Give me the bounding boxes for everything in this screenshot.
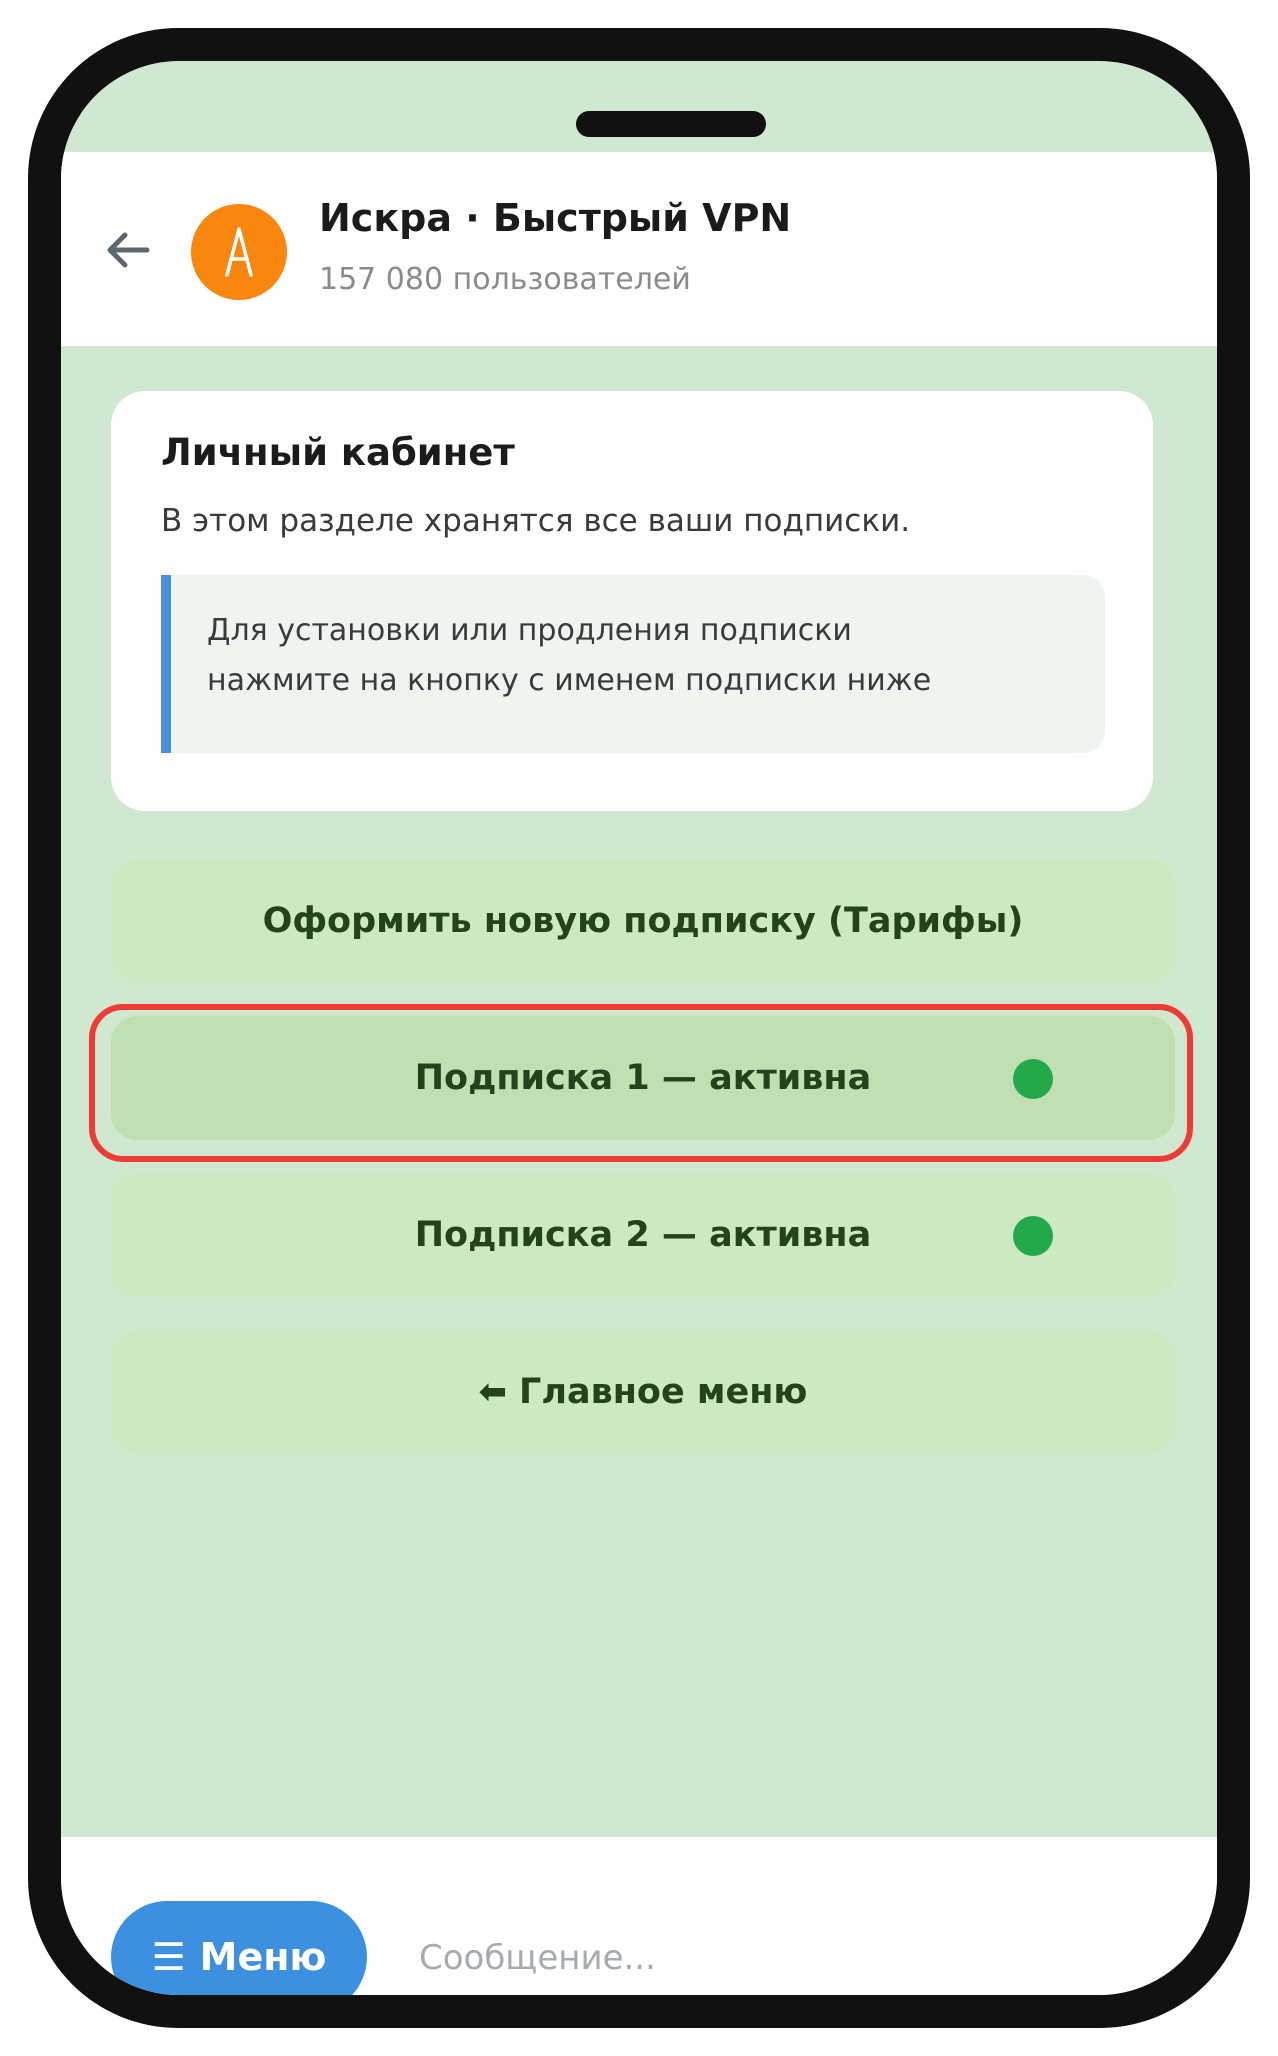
subscription-2-button[interactable]: Подписка 2 — активна [111,1173,1175,1297]
channel-avatar[interactable] [191,204,287,300]
menu-button[interactable]: ☰ Меню [111,1901,367,1995]
avatar-letter-icon [225,227,253,277]
quote-line: Для установки или продления подписки [207,613,852,648]
subscription-1-button[interactable]: Подписка 1 — активна [111,1016,1175,1140]
hamburger-icon: ☰ [151,1935,186,1979]
button-label: Оформить новую подписку (Тарифы) [262,901,1024,941]
button-label: Главное меню [519,1372,808,1412]
phone-notch [576,111,766,137]
main-menu-button[interactable]: ⬅ Главное меню [111,1330,1175,1454]
arrow-left-icon: ⬅ [478,1372,508,1412]
channel-subscriber-count: 157 080 пользователей [319,262,691,297]
status-dot-icon [1013,1216,1053,1256]
message-quote: Для установки или продления подписки наж… [161,575,1105,753]
button-label: Подписка 1 — активна [414,1058,872,1098]
quote-line: нажмите на кнопку с именем подписки ниже [207,663,932,698]
back-arrow-icon[interactable] [99,220,159,280]
button-label: Подписка 2 — активна [414,1215,872,1255]
channel-title[interactable]: Искра · Быстрый VPN [319,196,791,240]
menu-button-label: Меню [199,1935,327,1979]
message-card: Личный кабинет В этом разделе хранятся в… [111,391,1153,811]
screen: Искра · Быстрый VPN 157 080 пользователе… [61,61,1217,1995]
status-dot-icon [1013,1059,1053,1099]
new-subscription-button[interactable]: Оформить новую подписку (Тарифы) [111,859,1175,983]
message-input[interactable] [417,1927,1141,1989]
message-title: Личный кабинет [161,431,515,474]
chat-footer: ☰ Меню [61,1837,1217,1995]
message-text: В этом разделе хранятся все ваши подписк… [161,503,911,539]
phone-frame: Искра · Быстрый VPN 157 080 пользователе… [28,28,1250,2028]
chat-header: Искра · Быстрый VPN 157 080 пользователе… [61,152,1217,346]
